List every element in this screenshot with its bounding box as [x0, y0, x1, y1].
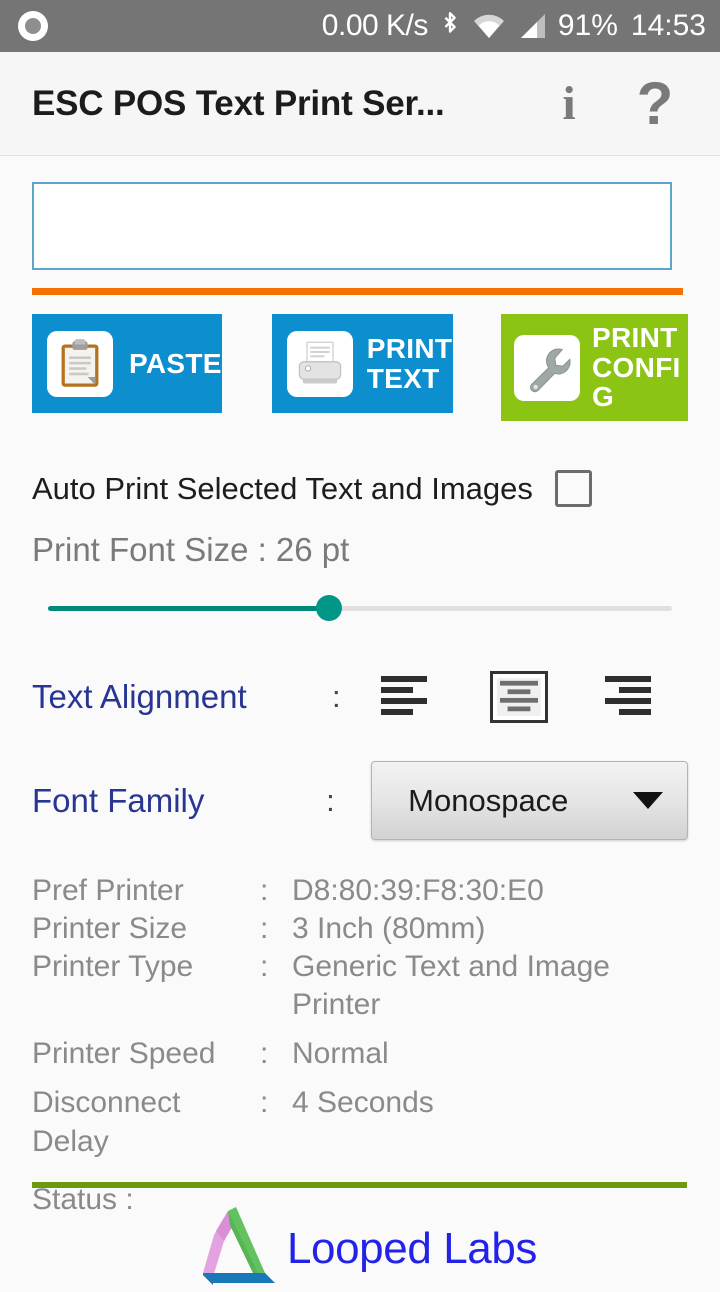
brand-name: Looped Labs [286, 1223, 538, 1273]
font-family-select[interactable]: Monospace [371, 761, 688, 840]
printer-info-value: D8:80:39:F8:30:E0 [292, 874, 544, 907]
font-family-colon: : [326, 782, 335, 818]
help-icon[interactable]: ? [612, 61, 698, 147]
slider-track-fill [48, 606, 329, 611]
printer-info-row: Printer Type : Generic Text and Image Pr… [32, 948, 688, 1024]
status-bar-left [18, 11, 322, 41]
print-config-button-label: PRINT CONFI G [592, 323, 688, 412]
printer-info-key: Printer Speed [32, 1037, 216, 1071]
printer-info-key: Disconnect Delay [32, 1086, 181, 1158]
printer-info-value: Generic Text and Image Printer [292, 950, 610, 1022]
print-text-button[interactable]: PRINT TEXT [271, 314, 453, 413]
align-left-icon[interactable] [378, 671, 436, 723]
align-center-icon[interactable] [490, 671, 548, 723]
text-alignment-options [378, 671, 660, 723]
status-bar: 0.00 K/s 91% 14:53 [0, 0, 720, 52]
auto-print-row[interactable]: Auto Print Selected Text and Images [32, 470, 688, 507]
printer-info-list: Pref Printer : D8:80:39:F8:30:E0 Printer… [32, 872, 688, 1217]
green-divider [32, 1182, 687, 1188]
print-config-label-line1: PRINT [592, 321, 678, 353]
footer-branding: Looped Labs [0, 1205, 720, 1292]
font-family-selected-value: Monospace [408, 782, 569, 818]
orange-divider [32, 288, 683, 295]
align-right-icon[interactable] [602, 671, 660, 723]
printer-info-key: Printer Type [32, 950, 194, 984]
text-alignment-colon: : [332, 679, 341, 714]
cellular-signal-icon [517, 11, 547, 41]
app-bar: ESC POS Text Print Ser... i ? [0, 52, 720, 156]
main-content: PASTE PRINT TEXT PRINT CONFI G Auto Prin… [0, 182, 720, 1217]
printer-info-value: 4 Seconds [292, 1086, 434, 1120]
bluetooth-icon [439, 10, 461, 42]
font-family-label: Font Family [32, 781, 205, 819]
printer-info-value: 3 Inch (80mm) [292, 912, 486, 946]
auto-print-label: Auto Print Selected Text and Images [32, 470, 533, 506]
network-speed-label: 0.00 K/s [321, 9, 429, 42]
print-font-size-label: Print Font Size : 26 pt [32, 531, 350, 568]
looped-labs-triangle-logo [183, 1205, 283, 1292]
status-bar-right: 0.00 K/s 91% 14:53 [322, 9, 706, 43]
printer-info-row: Pref Printer : D8:80:39:F8:30:E0 [32, 872, 688, 910]
record-circle-icon [18, 11, 48, 41]
clock-label: 14:53 [630, 9, 706, 42]
printer-info-colon: : [260, 1086, 269, 1120]
printer-info-colon: : [260, 874, 269, 907]
printer-info-colon: : [260, 950, 269, 984]
printer-info-row: Printer Size : 3 Inch (80mm) [32, 910, 688, 948]
font-family-row: Font Family : Monospace [32, 761, 688, 840]
printer-info-row: Disconnect Delay : 4 Seconds [32, 1084, 688, 1160]
paste-button-label: PASTE [129, 347, 222, 379]
chevron-down-icon [633, 792, 663, 809]
printer-info-colon: : [260, 912, 269, 946]
paste-button[interactable]: PASTE [32, 314, 222, 413]
printer-info-colon: : [260, 1037, 269, 1071]
print-font-size-slider[interactable] [48, 595, 672, 621]
text-alignment-label: Text Alignment [32, 678, 247, 715]
print-text-label-line1: PRINT TEXT [366, 333, 453, 394]
printer-info-value: Normal [292, 1037, 389, 1071]
info-icon[interactable]: i [526, 61, 612, 147]
printer-info-key: Printer Size [32, 912, 188, 946]
print-config-label-line2: CONFI [592, 351, 681, 383]
printer-info-key: Pref Printer [32, 874, 184, 907]
clipboard-icon [47, 330, 113, 397]
text-input[interactable] [32, 182, 672, 270]
print-config-label-line3: G [592, 381, 615, 413]
action-buttons-row: PASTE PRINT TEXT PRINT CONFI G [32, 314, 688, 421]
battery-percent-label: 91% [557, 9, 618, 42]
print-config-button[interactable]: PRINT CONFI G [501, 314, 688, 421]
wifi-icon [472, 11, 506, 41]
page-title: ESC POS Text Print Ser... [32, 83, 445, 123]
print-text-button-label: PRINT TEXT [367, 334, 453, 392]
slider-thumb[interactable] [315, 595, 342, 621]
printer-icon [286, 330, 353, 397]
text-alignment-row: Text Alignment : [32, 671, 688, 723]
auto-print-checkbox[interactable] [554, 470, 592, 507]
wrench-icon [514, 334, 580, 401]
printer-info-row: Printer Speed : Normal [32, 1035, 688, 1073]
